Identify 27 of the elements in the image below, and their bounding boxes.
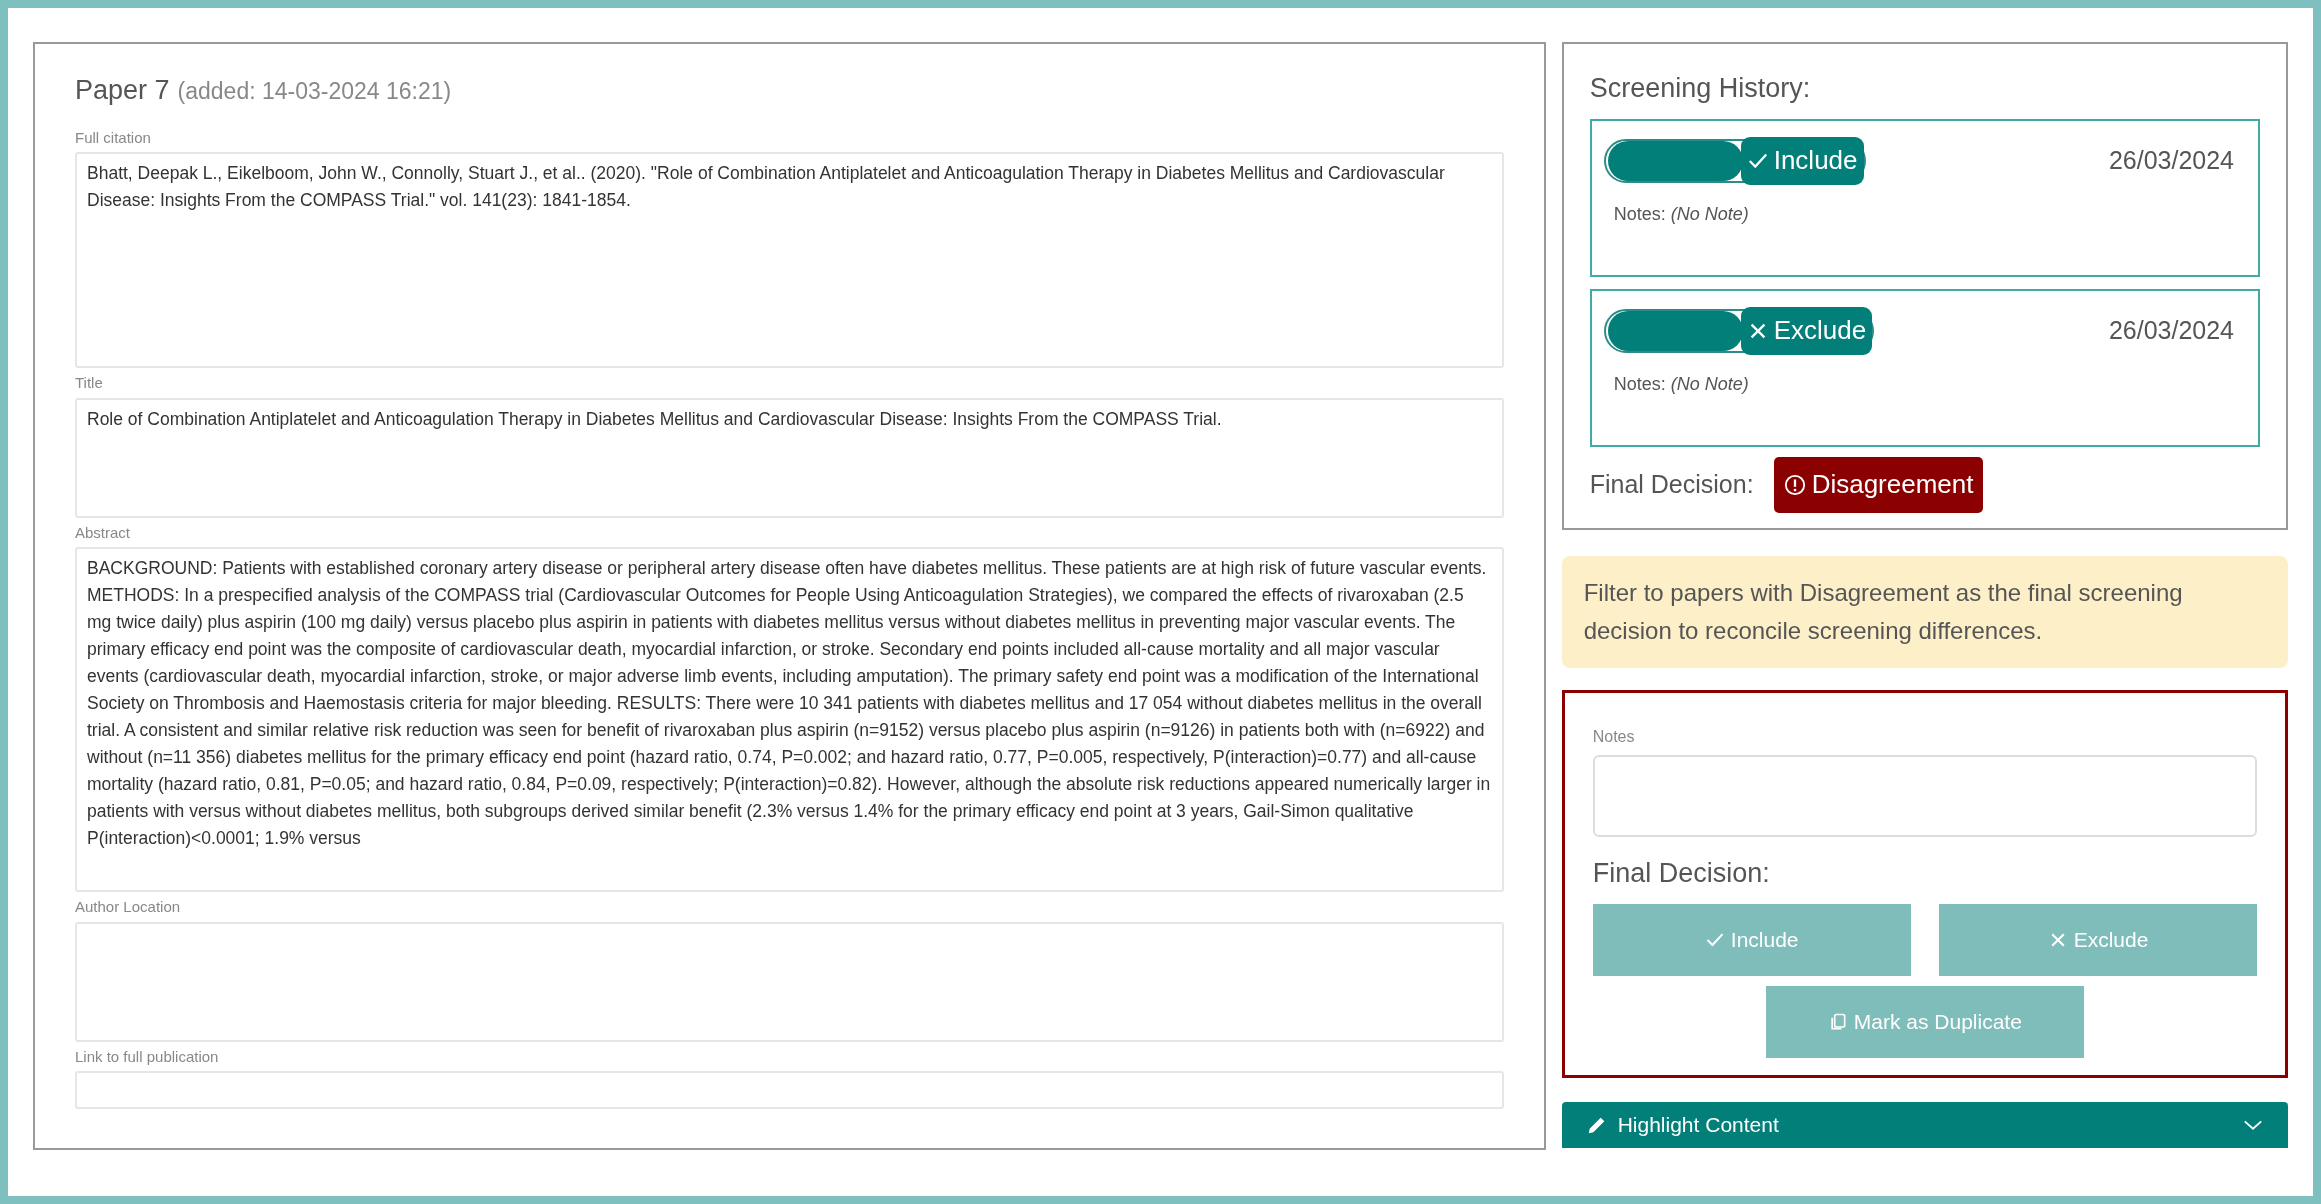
notes-text: Notes: (No Note) xyxy=(1613,202,1750,226)
final-decision-label: Final Decision: xyxy=(1592,857,1771,890)
field-label: Full citation xyxy=(75,127,152,148)
field-label: Link to full publication xyxy=(75,1046,220,1067)
text-field[interactable]: Role of Combination Antiplatelet and Anticoagulation Therapy in Diabetes Mellitus and Cardiovascular Disease: Insights From the COMPASS Trial. xyxy=(75,397,1504,518)
alert-icon xyxy=(1783,473,1806,496)
added-date: (added: 14-03-2024 16:21) xyxy=(177,77,452,106)
field-label: Abstract xyxy=(75,522,132,543)
text-field[interactable]: Bhatt, Deepak L., Eikelboom, John W., Connolly, Stuart J., et al.. (2020). "Role of Combination Antiplatelet and Anticoagulation Therapy in Diabetes Mellitus and Cardiovascular Disease: Insights From the COMPASS Trial." vol. 141(23): 1841-1854. xyxy=(75,152,1504,368)
history-heading: Screening History: xyxy=(1589,72,1812,105)
text-field[interactable]: BACKGROUND: Patients with established coronary artery disease or peripheral artery disease often have diabetes mellitus. These patients are at high risk of future vascular events. METHODS: In a prespecified analysis of the COMPASS trial (Cardiovascular Outcomes for People Using Anticoagulation Strategies), we compared the effects of rivaroxaban (2.5 mg twice daily) plus aspirin (100 mg daily) versus placebo plus aspirin in patients with diabetes mellitus versus without diabetes mellitus in preventing major vascular events. The primary efficacy end point was the composite of cardiovascular death, myocardial infarction, or stroke. Secondary end points included all-cause mortality and all major vascular events (cardiovascular death, myocardial infarction, stroke, or major adverse limb events, including amputation). The primary safety end point was a modification of the International Society on Thrombosis and Haemostasis criteria for major bleeding. RESULTS: There were 10 341 patients with diabetes mellitus and 17 054 without diabetes mellitus in the overall trial. A consistent and similar relative risk reduction was seen for benefit of rivaroxaban plus aspirin (n=9152) versus placebo plus aspirin (n=9126) in patients both with (n=6922) and without (n=11 356) diabetes mellitus for the primary efficacy end point (hazard ratio, 0.74, P=0.002; and hazard ratio, 0.77, P=0.005, respectively, P(interaction)=0.77) and all-cause mortality (hazard ratio, 0.81, P=0.05; and hazard ratio, 0.84, P=0.09, respectively; P(interaction)=0.82). However, although the absolute risk reductions appeared numerically larger in patients with versus without diabetes mellitus, both subgroups derived similar benefit (2.3% versus 1.4% for the primary efficacy end point at 3 years, Gail-Simon qualitative P(interaction)<0.0001; 1.9% versus xyxy=(75,547,1504,892)
text-field[interactable] xyxy=(75,921,1504,1042)
text-field[interactable] xyxy=(75,1071,1504,1109)
field-label: Author Location xyxy=(75,897,182,917)
notes-label: Notes xyxy=(1592,727,1636,747)
screening-date: 26/03/2024 xyxy=(2108,314,2234,346)
info-message: Filter to papers with Disagreement as the final screening decision to reconcile screening differences. xyxy=(1561,556,2288,668)
highlight-accordion[interactable]: Highlight Content xyxy=(1561,1102,2288,1148)
field-label: Title xyxy=(75,373,104,393)
decision-badge: Exclude xyxy=(1740,306,1873,355)
decision-badge: Include xyxy=(1740,136,1864,185)
notes-text: Notes: (No Note) xyxy=(1613,372,1750,396)
notes-field[interactable] xyxy=(1592,755,2257,837)
disagreement-badge: Disagreement xyxy=(1773,456,1984,513)
paper-title: Paper 7 xyxy=(75,74,170,107)
screening-date: 26/03/2024 xyxy=(2108,144,2234,176)
final-decision-label: Final Decision: xyxy=(1589,468,1754,500)
